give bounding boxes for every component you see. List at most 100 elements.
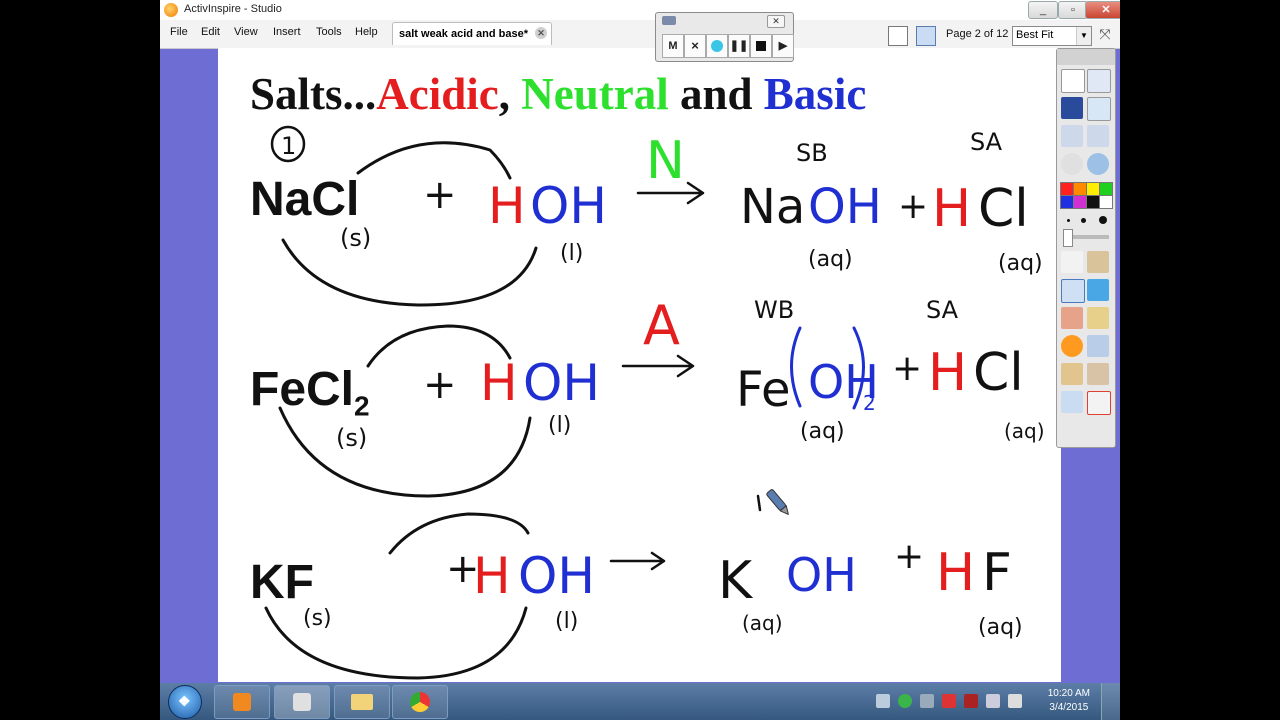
product-cl-2: Cl	[973, 343, 1024, 403]
plus-2b: +	[892, 348, 922, 389]
tray-shield-icon[interactable]	[964, 694, 978, 708]
show-desktop-button[interactable]	[1101, 683, 1120, 720]
tray-network-icon[interactable]	[876, 694, 890, 708]
product-fe: Fe	[736, 362, 791, 418]
color-red-swatch[interactable]	[1060, 182, 1074, 196]
play-icon[interactable]	[1061, 153, 1083, 175]
minimize-button[interactable]: _	[1028, 1, 1058, 19]
close-button[interactable]: ✕	[1085, 1, 1120, 19]
taskbar-chrome[interactable]	[392, 685, 448, 719]
page-browser-icon[interactable]	[888, 26, 908, 46]
pen-width-medium[interactable]	[1081, 218, 1086, 223]
menu-insert[interactable]: Insert	[273, 26, 301, 38]
previous-page-icon[interactable]	[1061, 125, 1083, 147]
tray-monitor-icon[interactable]	[986, 694, 1000, 708]
desktop-annotate-icon[interactable]	[1087, 153, 1109, 175]
taskbar-clock[interactable]: 10:20 AM 3/4/2015	[1048, 687, 1090, 715]
undo-icon[interactable]	[1061, 419, 1083, 441]
magic-ink-icon[interactable]	[1087, 363, 1109, 385]
recorder-titlebar[interactable]: ✕	[656, 13, 793, 29]
taskbar-activinspire[interactable]	[274, 685, 330, 719]
pause-button[interactable]: ❚❚	[728, 34, 750, 58]
select-arrow-icon[interactable]	[1061, 251, 1083, 273]
label-sa-2: SA	[926, 296, 959, 324]
tab-close-icon[interactable]: ✕	[535, 27, 547, 39]
redo-icon[interactable]	[1087, 419, 1109, 441]
state-l-1: (l)	[560, 241, 583, 266]
state-aq-2b: (aq)	[1004, 419, 1045, 443]
tray-tools-icon[interactable]	[920, 694, 934, 708]
tab-document[interactable]: salt weak acid and base* ✕	[392, 22, 552, 45]
product-cl-1: Cl	[978, 179, 1029, 239]
color-green-swatch[interactable]	[1099, 182, 1113, 196]
tray-volume-icon[interactable]	[1008, 694, 1022, 708]
plus-3b: +	[894, 536, 924, 577]
tools-icon[interactable]	[1087, 251, 1109, 273]
maximize-button[interactable]: ▫	[1058, 1, 1088, 19]
paren-open	[790, 326, 802, 408]
browser-icon[interactable]	[1087, 69, 1111, 93]
chevron-down-icon[interactable]: ▼	[1076, 27, 1091, 45]
play-button[interactable]: ▶	[772, 34, 794, 58]
color-orange-swatch[interactable]	[1073, 182, 1087, 196]
slider-handle[interactable]	[1063, 229, 1073, 247]
start-button[interactable]: ❖	[168, 685, 202, 719]
tray-sync-icon[interactable]	[898, 694, 912, 708]
menu-view[interactable]: View	[234, 26, 258, 38]
title-bar: ActivInspire - Studio _ ▫ ✕	[160, 0, 1120, 20]
zoom-select[interactable]: Best Fit ▼	[1012, 26, 1092, 46]
reset-icon[interactable]	[1087, 391, 1111, 415]
arc-bottom-2	[278, 406, 532, 498]
menu-edit[interactable]: Edit	[201, 26, 220, 38]
highlighter-icon[interactable]	[1087, 279, 1109, 301]
stop-button[interactable]	[750, 34, 772, 58]
fill-icon[interactable]	[1087, 307, 1109, 329]
window-title: ActivInspire - Studio	[184, 3, 282, 15]
arc-bottom-1	[281, 238, 538, 307]
color-blue-swatch[interactable]	[1060, 195, 1074, 209]
flipchart-page[interactable]: Salts...Acidic, Neutral and Basic NaCl F…	[218, 48, 1061, 682]
clear-icon[interactable]	[1061, 391, 1083, 413]
color-white-swatch[interactable]	[1099, 195, 1113, 209]
menu-file[interactable]: File	[170, 26, 188, 38]
zoom-value: Best Fit	[1016, 29, 1054, 41]
taskbar-media-player[interactable]	[214, 685, 270, 719]
taskbar-explorer[interactable]	[334, 685, 390, 719]
pen-icon[interactable]	[1061, 279, 1085, 303]
flipchart-icon[interactable]	[1061, 97, 1083, 119]
pen-width-large[interactable]	[1099, 216, 1107, 224]
reactant-h-2: H	[480, 354, 518, 412]
page-indicator: Page 2 of 12	[946, 28, 1009, 40]
state-s-3: (s)	[303, 606, 332, 631]
recorder-panel[interactable]: ✕ M × ❚❚ ▶	[655, 12, 794, 62]
color-black-swatch[interactable]	[1086, 195, 1100, 209]
shape-icon[interactable]	[1061, 335, 1083, 357]
pen-width-small[interactable]	[1067, 219, 1070, 222]
tray-flag-icon[interactable]	[942, 694, 956, 708]
text-icon[interactable]	[1061, 363, 1083, 385]
reset-page-icon[interactable]	[1087, 97, 1111, 121]
recorder-close-button[interactable]: ×	[684, 34, 706, 58]
product-oh-1: OH	[808, 179, 882, 235]
fullscreen-icon[interactable]: ⤧	[1096, 26, 1114, 44]
connector-icon[interactable]	[1087, 335, 1109, 357]
menu-help[interactable]: Help	[355, 26, 378, 38]
product-h-1: H	[932, 179, 971, 239]
menu-tools[interactable]: Tools	[316, 26, 342, 38]
main-toolbox	[1056, 48, 1116, 448]
activinspire-taskbar-icon	[293, 693, 311, 711]
record-button[interactable]	[706, 34, 728, 58]
color-yellow-swatch[interactable]	[1086, 182, 1100, 196]
next-page-icon[interactable]	[1087, 125, 1109, 147]
toolbox-header[interactable]	[1057, 49, 1115, 65]
subscript-2: 2	[863, 391, 876, 415]
color-purple-swatch[interactable]	[1073, 195, 1087, 209]
state-aq-1b: (aq)	[998, 251, 1043, 276]
eraser-icon[interactable]	[1061, 307, 1083, 329]
recorder-menu-button[interactable]: M	[662, 34, 684, 58]
recorder-close-icon[interactable]: ✕	[767, 15, 785, 28]
reactant-oh-2: OH	[523, 354, 600, 412]
dual-user-icon[interactable]	[916, 26, 936, 46]
main-menu-icon[interactable]	[1061, 69, 1085, 93]
state-aq-3a: (aq)	[742, 611, 783, 635]
